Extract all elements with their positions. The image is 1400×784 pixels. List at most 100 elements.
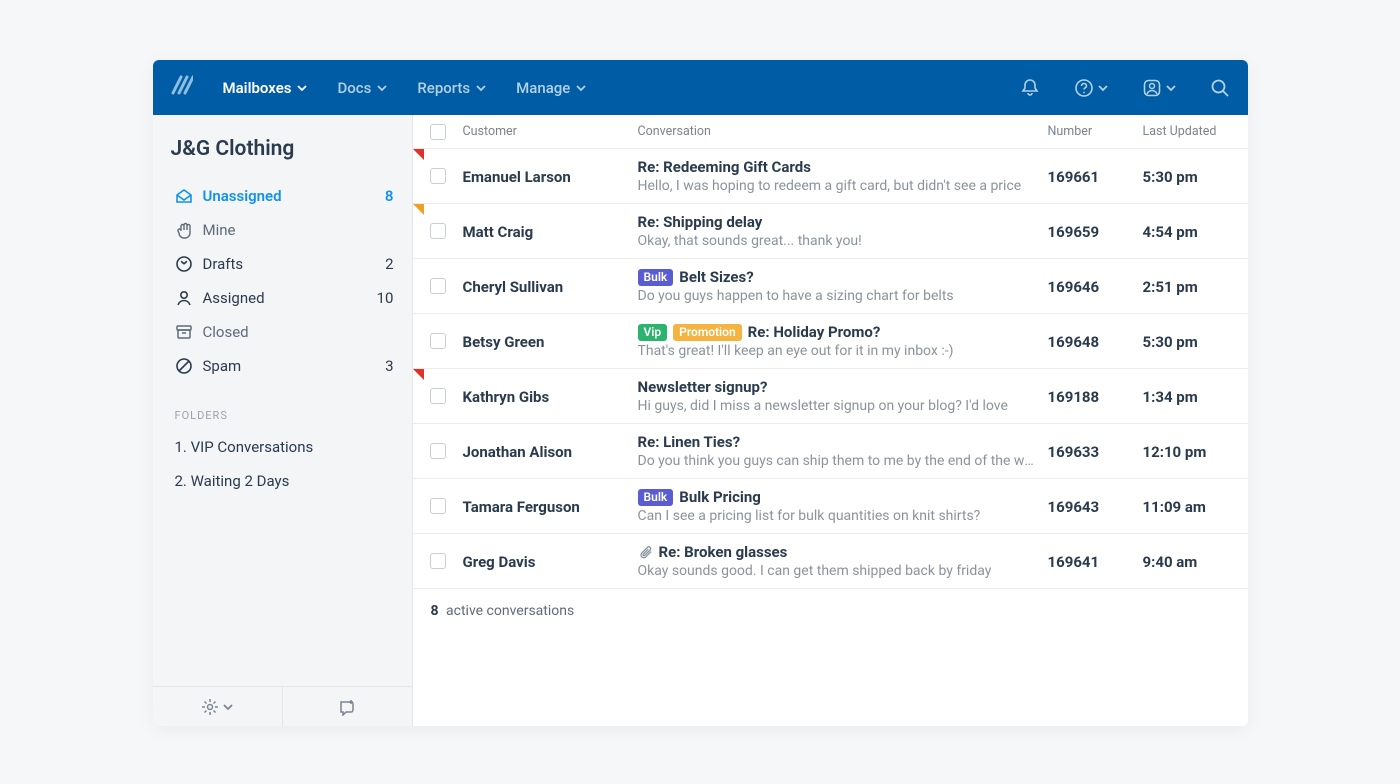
conversation-rows: Emanuel LarsonRe: Redeeming Gift CardsHe… [413, 149, 1248, 589]
nav-item-docs[interactable]: Docs [337, 79, 387, 97]
search-icon[interactable] [1210, 78, 1230, 98]
inbox-icon [175, 187, 193, 205]
sidebar-item-spam[interactable]: Spam 3 [165, 349, 404, 383]
conversation-list: Customer Conversation Number Last Update… [413, 115, 1248, 726]
list-header: Customer Conversation Number Last Update… [413, 115, 1248, 149]
sidebar-item-drafts[interactable]: Drafts 2 [165, 247, 404, 281]
priority-flag-icon [413, 149, 424, 160]
sidebar-item-label: Spam [203, 357, 242, 375]
row-checkbox[interactable] [430, 278, 446, 294]
nav-menu: Mailboxes Docs Reports Manage [223, 79, 587, 97]
conversation-row[interactable]: Kathryn GibsNewsletter signup?Hi guys, d… [413, 369, 1248, 424]
priority-flag-icon [413, 204, 424, 215]
attachment-icon [638, 545, 653, 560]
customer-name: Matt Craig [463, 223, 534, 241]
customer-name: Tamara Ferguson [463, 498, 580, 516]
sidebar: J&G Clothing Unassigned8 Mine Drafts 2 Assig… [153, 115, 413, 726]
sidebar-item-mine[interactable]: Mine [165, 213, 404, 247]
mailbox-title: J&G Clothing [153, 115, 412, 179]
folders-section-label: FOLDERS [153, 383, 412, 430]
conversation-number: 169188 [1048, 388, 1100, 406]
last-updated: 2:51 pm [1143, 278, 1198, 296]
conversation-preview: Hi guys, did I miss a newsletter signup … [638, 398, 1036, 414]
sidebar-item-label: Drafts [203, 255, 244, 273]
conversation-preview: Okay, that sounds great... thank you! [638, 233, 1036, 249]
last-updated: 9:40 am [1143, 553, 1198, 571]
row-checkbox[interactable] [430, 388, 446, 404]
account-icon[interactable] [1142, 78, 1176, 98]
footer-count: 8 [431, 603, 439, 619]
folder-list: Unassigned8MineDrafts2Assigned10ClosedSp… [153, 179, 412, 383]
sidebar-item-label: Mine [203, 221, 236, 239]
tag-badge: Bulk [638, 269, 674, 286]
compose-button[interactable] [283, 687, 412, 726]
list-footer: 8 active conversations [413, 589, 1248, 633]
conversation-subject: Re: Holiday Promo? [748, 323, 881, 341]
conversation-row[interactable]: Cheryl SullivanBulkBelt Sizes?Do you guy… [413, 259, 1248, 314]
custom-folder[interactable]: 2. Waiting 2 Days [153, 464, 412, 498]
customer-name: Jonathan Alison [463, 443, 573, 461]
footer-text: active conversations [446, 603, 574, 619]
app-window: Mailboxes Docs Reports Manage J&G Clothing … [153, 60, 1248, 726]
conversation-preview: Can I see a pricing list for bulk quanti… [638, 508, 1036, 524]
conversation-subject: Re: Shipping delay [638, 213, 763, 231]
person-icon [175, 289, 193, 307]
conversation-subject: Re: Redeeming Gift Cards [638, 158, 811, 176]
hand-icon [175, 221, 193, 239]
row-checkbox[interactable] [430, 333, 446, 349]
conversation-row[interactable]: Jonathan AlisonRe: Linen Ties?Do you thi… [413, 424, 1248, 479]
conversation-preview: Okay sounds good. I can get them shipped… [638, 563, 1036, 579]
sidebar-item-unassigned[interactable]: Unassigned8 [165, 179, 404, 213]
customer-name: Kathryn Gibs [463, 388, 550, 406]
row-checkbox[interactable] [430, 223, 446, 239]
select-all-checkbox[interactable] [430, 124, 446, 140]
brand-logo-icon[interactable] [171, 75, 193, 101]
last-updated: 5:30 pm [1143, 333, 1198, 351]
col-conversation[interactable]: Conversation [638, 124, 1048, 139]
help-icon[interactable] [1074, 78, 1108, 98]
nav-item-mailboxes[interactable]: Mailboxes [223, 79, 308, 97]
priority-flag-icon [413, 369, 424, 380]
custom-folders: 1. VIP Conversations2. Waiting 2 Days [153, 430, 412, 498]
sidebar-item-count: 2 [385, 255, 393, 273]
sidebar-item-closed[interactable]: Closed [165, 315, 404, 349]
row-checkbox[interactable] [430, 168, 446, 184]
col-number[interactable]: Number [1048, 124, 1143, 139]
last-updated: 12:10 pm [1143, 443, 1207, 461]
conversation-row[interactable]: Betsy GreenVipPromotionRe: Holiday Promo… [413, 314, 1248, 369]
nav-item-manage[interactable]: Manage [516, 79, 586, 97]
draft-icon [175, 255, 193, 273]
conversation-row[interactable]: Emanuel LarsonRe: Redeeming Gift CardsHe… [413, 149, 1248, 204]
last-updated: 4:54 pm [1143, 223, 1198, 241]
spam-icon [175, 357, 193, 375]
archive-icon [175, 323, 193, 341]
last-updated: 1:34 pm [1143, 388, 1198, 406]
settings-button[interactable] [153, 687, 283, 726]
body: J&G Clothing Unassigned8MineDrafts2Assig… [153, 115, 1248, 726]
top-navbar: Mailboxes Docs Reports Manage [153, 60, 1248, 115]
sidebar-item-label: Unassigned [203, 187, 282, 205]
conversation-row[interactable]: Tamara FergusonBulkBulk PricingCan I see… [413, 479, 1248, 534]
row-checkbox[interactable] [430, 553, 446, 569]
customer-name: Emanuel Larson [463, 168, 571, 186]
sidebar-item-count: 10 [377, 289, 394, 307]
col-customer[interactable]: Customer [463, 124, 638, 139]
conversation-row[interactable]: Matt Craig Re: Shipping delay Okay, that s… [413, 204, 1248, 259]
notifications-icon[interactable] [1020, 78, 1040, 98]
conversation-row[interactable]: Greg DavisRe: Broken glassesOkay sounds … [413, 534, 1248, 589]
topbar-right [1020, 78, 1230, 98]
customer-name: Greg Davis [463, 553, 536, 571]
conversation-number: 169661 [1048, 168, 1100, 186]
last-updated: 11:09 am [1143, 498, 1206, 516]
row-checkbox[interactable] [430, 443, 446, 459]
sidebar-item-assigned[interactable]: Assigned10 [165, 281, 404, 315]
conversation-subject: Belt Sizes? [679, 268, 753, 286]
conversation-preview: Do you think you guys can ship them to m… [638, 453, 1036, 469]
customer-name: Betsy Green [463, 333, 545, 351]
conversation-number: 169646 [1048, 278, 1100, 296]
custom-folder[interactable]: 1. VIP Conversations [153, 430, 412, 464]
col-updated[interactable]: Last Updated [1143, 124, 1248, 139]
nav-item-reports[interactable]: Reports [417, 79, 486, 97]
row-checkbox[interactable] [430, 498, 446, 514]
sidebar-item-count: 3 [385, 357, 393, 375]
